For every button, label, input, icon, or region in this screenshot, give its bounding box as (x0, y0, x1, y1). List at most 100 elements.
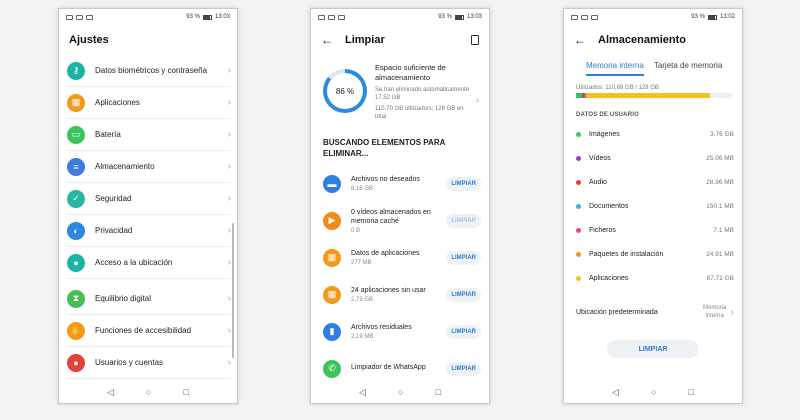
clean-item-size: 0 B (351, 227, 361, 234)
hourglass-icon: ⧗ (67, 289, 85, 308)
clean-button[interactable]: LIMPIAR (607, 340, 699, 358)
settings-item[interactable]: ◐ Privacidad › (67, 215, 231, 247)
chevron-right-icon: › (227, 129, 231, 140)
clean-item-button[interactable]: LIMPIAR (446, 324, 481, 339)
whatsapp-icon: ✆ (323, 359, 341, 378)
storage-usage-bar (576, 93, 732, 98)
chevron-right-icon: › (227, 193, 231, 204)
category-label: Documentos (589, 202, 629, 210)
notification-icon (338, 14, 345, 20)
notification-icon (318, 14, 325, 20)
status-time: 13:03 (214, 14, 230, 20)
home-nav-icon[interactable]: ○ (651, 387, 656, 397)
video-icon: ▶ (323, 211, 341, 230)
settings-list: ⚷ Datos biométricos y contraseña › ▦ Aplicac… (59, 55, 237, 379)
clean-item-button[interactable]: LIMPIAR (446, 250, 481, 265)
nav-bar: ◁ ○ □ (59, 381, 237, 403)
settings-item[interactable]: ▭ Batería › (67, 119, 231, 151)
clean-item-size: 277 MB (351, 260, 372, 266)
chevron-right-icon: › (227, 357, 231, 368)
storage-summary[interactable]: 86 % Espacio suficiente de almacenamient… (311, 55, 489, 121)
category-label: Audio (589, 178, 607, 186)
summary-title: Espacio suficiente de almacenamiento (375, 63, 446, 82)
scrollbar[interactable] (232, 223, 234, 358)
user-data-item[interactable]: Imágenes 3,76 GB (564, 122, 742, 146)
notification-icon (591, 14, 598, 20)
clean-item-button[interactable]: LIMPIAR (446, 361, 481, 376)
delete-icon[interactable] (471, 35, 479, 45)
battery-status-icon (454, 14, 464, 20)
settings-item-label: Batería (95, 130, 121, 139)
clean-item: ▦ 24 aplicaciones sin usar 2,79 GB LIMPIAR (311, 276, 489, 313)
status-bar: 93 % 13:02 (564, 9, 742, 25)
page-title: Almacenamiento (598, 34, 687, 46)
category-dot-icon (576, 227, 581, 233)
clean-item: ▦ Datos de aplicaciones 277 MB LIMPIAR (311, 239, 489, 276)
folder-icon: ▬ (323, 174, 341, 193)
settings-item[interactable]: ✋ Funciones de accesibilidad › (67, 315, 231, 347)
home-nav-icon[interactable]: ○ (398, 387, 403, 397)
page-title: Limpiar (345, 34, 385, 46)
battery-icon: ▭ (67, 125, 85, 144)
tab-memory-card[interactable]: Tarjeta de memoria (654, 61, 722, 76)
default-location-row[interactable]: Ubicación predeterminada Memoria interna… (564, 290, 742, 320)
user-data-item[interactable]: Documentos 150,1 MB (564, 194, 742, 218)
nav-bar: ◁ ○ □ (564, 381, 742, 403)
phone-settings: 93 % 13:03 Ajustes ⚷ Datos biométricos y … (58, 8, 238, 404)
nav-bar: ◁ ○ □ (311, 381, 489, 403)
home-nav-icon[interactable]: ○ (146, 387, 151, 397)
header: ← Almacenamiento (564, 25, 742, 55)
tab-internal-memory[interactable]: Memoria interna (586, 61, 644, 76)
user-data-item[interactable]: Vídeos 25,06 MB (564, 146, 742, 170)
chevron-right-icon: › (227, 161, 231, 172)
user-data-item[interactable]: Aplicaciones 87,71 GB (564, 266, 742, 290)
summary-auto-deleted: Se han eliminado automáticamente 17,52 G… (375, 87, 470, 101)
apps-icon: ▦ (323, 248, 341, 267)
clean-item: ▬ Archivos no deseados 8,16 GB LIMPIAR (311, 165, 489, 202)
clean-list: ▬ Archivos no deseados 8,16 GB LIMPIAR ▶ 0 ví… (311, 165, 489, 387)
notification-icon (581, 14, 588, 20)
recents-nav-icon[interactable]: □ (435, 387, 440, 397)
back-nav-icon[interactable]: ◁ (612, 387, 619, 398)
privacy-icon: ◐ (67, 221, 85, 240)
settings-item-label: Usuarios y cuentas (95, 358, 164, 367)
chevron-right-icon: › (227, 325, 231, 336)
clean-item-button[interactable]: LIMPIAR (446, 176, 481, 191)
category-dot-icon (576, 275, 581, 281)
settings-item[interactable]: ≡ Almacenamiento › (67, 151, 231, 183)
settings-item[interactable]: ● Acceso a la ubicación › (67, 247, 231, 279)
settings-item-label: Datos biométricos y contraseña (95, 66, 208, 75)
settings-item[interactable]: ● Usuarios y cuentas › (67, 347, 231, 379)
battery-status-icon (707, 14, 717, 20)
storage-percent: 86 % (327, 73, 363, 109)
settings-item[interactable]: ✓ Seguridad › (67, 183, 231, 215)
clean-item-label: Archivos residuales (351, 324, 412, 331)
settings-item[interactable]: ▦ Aplicaciones › (67, 87, 231, 119)
category-dot-icon (576, 131, 581, 137)
phone-clean: 93 % 13:03 ← Limpiar 86 % Espacio sufici… (310, 8, 490, 404)
category-size: 28,96 MB (706, 178, 734, 186)
category-label: Vídeos (589, 154, 611, 162)
phone-storage: 93 % 13:02 ← Almacenamiento Memoria inte… (563, 8, 743, 404)
user-data-item[interactable]: Audio 28,96 MB (564, 170, 742, 194)
battery-percent: 93 % (691, 14, 705, 20)
chevron-right-icon: › (227, 257, 231, 268)
back-nav-icon[interactable]: ◁ (107, 387, 114, 398)
clean-item: ▮ Archivos residuales 2,19 MB LIMPIAR (311, 313, 489, 350)
apps-icon: ▦ (323, 285, 341, 304)
settings-item[interactable]: ⧗ Equilibrio digital › (67, 283, 231, 315)
header: ← Limpiar (311, 25, 489, 55)
clean-item-button[interactable]: LIMPIAR (446, 213, 481, 228)
recents-nav-icon[interactable]: □ (688, 387, 693, 397)
user-data-item[interactable]: Paquetes de instalación 24,91 MB (564, 242, 742, 266)
back-nav-icon[interactable]: ◁ (359, 387, 366, 398)
back-arrow-icon[interactable]: ← (574, 33, 586, 47)
back-arrow-icon[interactable]: ← (321, 33, 333, 47)
user-data-item[interactable]: Ficheros 7,1 MB (564, 218, 742, 242)
recents-nav-icon[interactable]: □ (183, 387, 188, 397)
clean-item-button[interactable]: LIMPIAR (446, 287, 481, 302)
battery-percent: 93 % (186, 14, 200, 20)
clean-item-label: 0 vídeos almacenados en memoria caché (351, 208, 431, 225)
settings-item[interactable]: ⚷ Datos biométricos y contraseña › (67, 55, 231, 87)
settings-item-label: Funciones de accesibilidad (95, 326, 192, 335)
